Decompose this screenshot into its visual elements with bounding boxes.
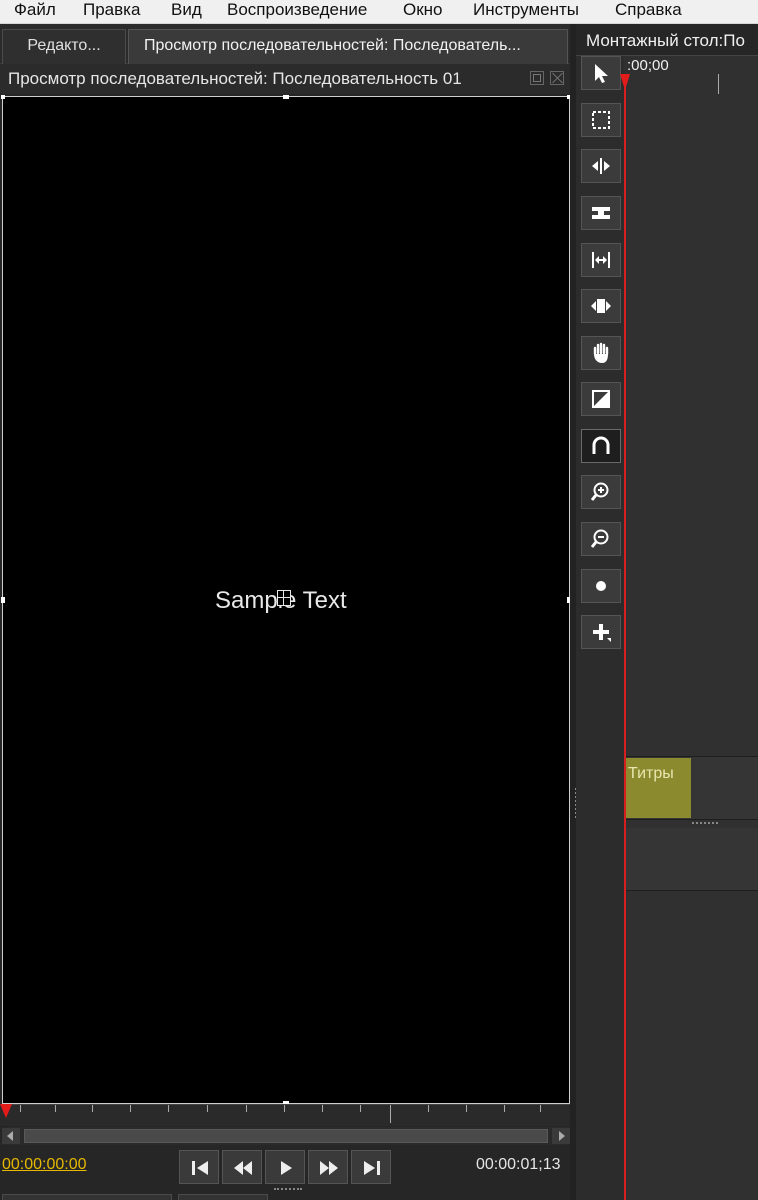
menu-help[interactable]: Справка (615, 0, 682, 22)
marquee-select-icon (592, 111, 610, 129)
ruler-tick (20, 1105, 21, 1112)
close-panel-icon[interactable] (550, 71, 564, 85)
panel-resize-grip[interactable] (274, 1188, 302, 1192)
resize-handle-left[interactable] (1, 597, 5, 603)
menu-file[interactable]: Файл (14, 0, 56, 22)
zoom-in-icon (590, 482, 609, 501)
timeline-playhead-line[interactable] (624, 74, 626, 1200)
ruler-tick (55, 1105, 56, 1112)
bottom-panel-tab[interactable] (2, 1194, 172, 1200)
viewer-horizontal-scrollbar[interactable] (2, 1127, 570, 1145)
timeline-ruler-tick (718, 74, 719, 94)
scroll-left-icon[interactable] (2, 1128, 20, 1144)
fast-forward-icon (320, 1161, 338, 1175)
snapping-magnet-icon (592, 436, 610, 454)
menu-bar: Файл Правка Вид Воспроизведение Окно Инс… (0, 0, 758, 24)
ruler-tick (92, 1105, 93, 1112)
ripple-edit-icon (592, 158, 610, 174)
marquee-tool-button[interactable] (581, 103, 621, 137)
ruler-tick (322, 1105, 323, 1112)
bottom-panel-tab[interactable] (178, 1194, 268, 1200)
record-icon (596, 581, 606, 591)
clip-label: Титры (628, 765, 674, 782)
pointer-icon (595, 64, 608, 83)
zoom-out-tool-button[interactable] (581, 522, 621, 556)
ruler-tick (428, 1105, 429, 1112)
hand-tool-button[interactable] (581, 336, 621, 370)
ruler-tick (540, 1105, 541, 1112)
ruler-tick (130, 1105, 131, 1112)
ripple-edit-tool-button[interactable] (581, 149, 621, 183)
scroll-right-icon[interactable] (552, 1128, 570, 1144)
add-icon (593, 624, 611, 642)
pointer-tool-button[interactable] (581, 56, 621, 90)
fast-forward-button[interactable] (308, 1150, 348, 1184)
track-divider (624, 819, 758, 820)
slide-tool-button[interactable] (581, 289, 621, 323)
ruler-tick (360, 1105, 361, 1112)
resize-handle-top-left[interactable] (1, 95, 5, 99)
transition-tool-button[interactable] (581, 382, 621, 416)
zoom-out-icon (590, 529, 609, 548)
left-tab-strip: Редакто... Просмотр последовательностей:… (0, 24, 570, 64)
slide-icon (591, 299, 611, 313)
timeline-panel-title[interactable]: Монтажный стол:По (586, 31, 745, 51)
viewer-playhead[interactable] (0, 1104, 12, 1118)
current-timecode[interactable]: 00:00:00:00 (2, 1156, 87, 1174)
ruler-tick (466, 1105, 467, 1112)
ruler-tick (168, 1105, 169, 1112)
record-tool-button[interactable] (581, 569, 621, 603)
hand-icon (593, 342, 609, 363)
rewind-button[interactable] (222, 1150, 262, 1184)
tab-editor[interactable]: Редакто... (2, 29, 126, 64)
rewind-icon (234, 1161, 252, 1175)
resize-handle-top[interactable] (283, 95, 289, 99)
viewer-panel-header: Просмотр последовательностей: Последоват… (0, 64, 570, 94)
ruler-tick (504, 1105, 505, 1112)
menu-tools[interactable]: Инструменты (473, 0, 579, 22)
zoom-in-tool-button[interactable] (581, 475, 621, 509)
snapping-tool-button[interactable] (581, 429, 621, 463)
slip-icon (592, 252, 610, 268)
ruler-tick-major (390, 1105, 391, 1123)
transition-icon (592, 390, 610, 408)
skip-to-end-icon (364, 1161, 380, 1175)
duration-timecode: 00:00:01;13 (476, 1156, 561, 1173)
float-panel-icon[interactable] (530, 71, 544, 85)
viewer-panel-title: Просмотр последовательностей: Последоват… (8, 69, 462, 88)
ruler-tick (207, 1105, 208, 1112)
play-icon (281, 1161, 292, 1175)
play-button[interactable] (265, 1150, 305, 1184)
ruler-tick (284, 1105, 285, 1112)
scrollbar-thumb[interactable] (24, 1129, 548, 1143)
timeline-playhead[interactable] (620, 74, 630, 90)
track-divider (624, 890, 758, 891)
viewer-time-ruler[interactable] (0, 1104, 570, 1126)
skip-to-end-button[interactable] (351, 1150, 391, 1184)
timeline-area[interactable] (624, 56, 758, 1200)
skip-to-start-icon (192, 1161, 208, 1175)
timeline-timecode: :00;00 (627, 57, 669, 74)
menu-edit[interactable]: Правка (83, 0, 140, 22)
slip-tool-button[interactable] (581, 243, 621, 277)
audio-track[interactable] (624, 828, 758, 890)
ruler-tick (246, 1105, 247, 1112)
tab-sequence-viewer[interactable]: Просмотр последовательностей: Последоват… (128, 29, 568, 64)
track-resize-grip[interactable] (692, 822, 718, 825)
add-tool-button[interactable] (581, 615, 621, 649)
menu-playback[interactable]: Воспроизведение (227, 0, 367, 22)
menu-view[interactable]: Вид (171, 0, 202, 22)
move-anchor-icon[interactable] (277, 590, 291, 606)
rolling-edit-tool-button[interactable] (581, 196, 621, 230)
skip-to-start-button[interactable] (179, 1150, 219, 1184)
menu-window[interactable]: Окно (403, 0, 443, 22)
rolling-edit-icon (592, 207, 610, 219)
